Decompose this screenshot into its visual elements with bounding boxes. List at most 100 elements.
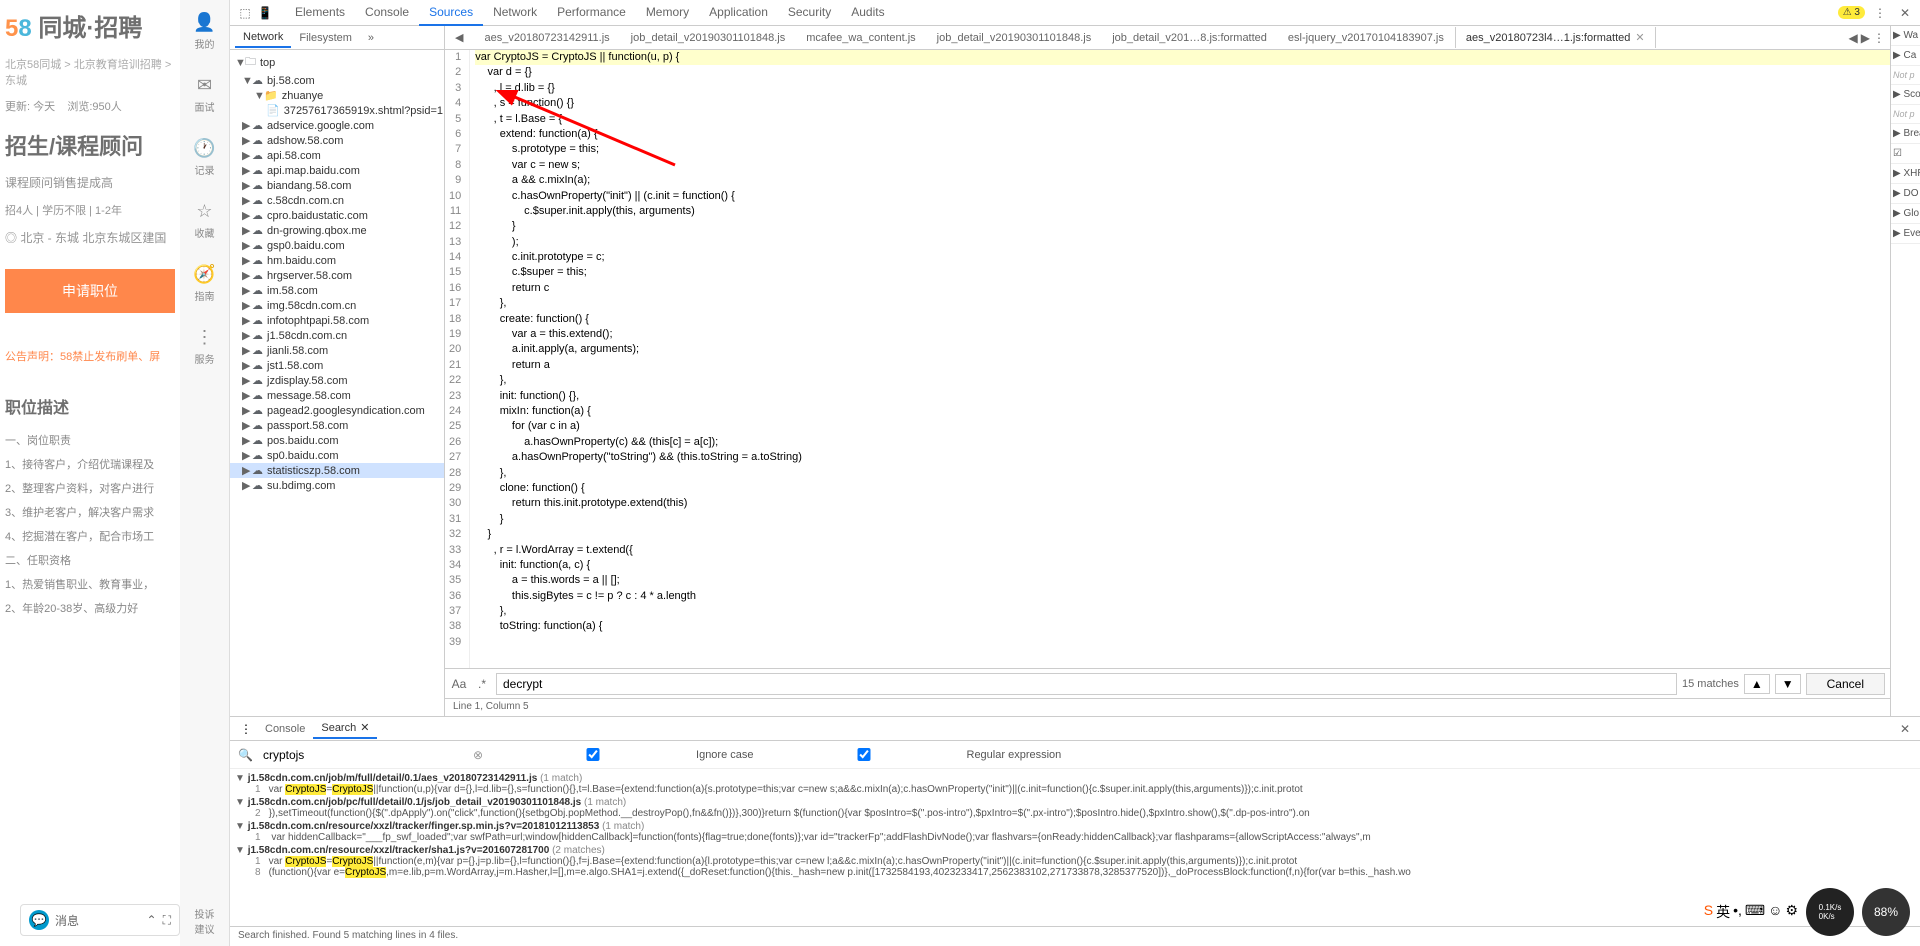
result-file[interactable]: ▼ j1.58cdn.com.cn/resource/xxzl/tracker/… [235,845,1915,856]
tree-node[interactable]: ▶☁c.58cdn.com.cn [230,193,444,208]
devtools-tab-network[interactable]: Network [483,0,547,26]
debug-section[interactable]: ▶ Eve [1891,224,1920,244]
drawer-tab-search[interactable]: Search ✕ [313,718,377,739]
editor-tab[interactable]: job_detail_v20190301101848.js [621,28,797,48]
inspect-icon[interactable]: ⬚ [235,3,255,23]
tree-node[interactable]: ▶☁sp0.baidu.com [230,448,444,463]
devtools-tab-elements[interactable]: Elements [285,0,355,26]
tree-node[interactable]: ▶☁j1.58cdn.com.cn [230,328,444,343]
code-content[interactable]: var CryptoJS = CryptoJS || function(u, p… [470,50,1890,668]
breadcrumb[interactable]: 北京58同城 > 北京教育培训招聘 > 东城 [0,51,180,93]
devtools-tab-console[interactable]: Console [355,0,419,26]
tree-node[interactable]: ▶☁jzdisplay.58.com [230,373,444,388]
tree-node[interactable]: ▶☁jianli.58.com [230,343,444,358]
devtools-tab-security[interactable]: Security [778,0,841,26]
result-file[interactable]: ▼ j1.58cdn.com.cn/job/pc/full/detail/0.1… [235,797,1915,808]
tree-node[interactable]: ▶☁message.58.com [230,388,444,403]
close-tab-icon[interactable]: ✕ [360,721,369,734]
result-file[interactable]: ▼ j1.58cdn.com.cn/job/m/full/detail/0.1/… [235,773,1915,784]
device-icon[interactable]: 📱 [255,3,275,23]
devtools-tab-application[interactable]: Application [699,0,778,26]
search-results[interactable]: ▼ j1.58cdn.com.cn/job/m/full/detail/0.1/… [230,769,1920,926]
nav-tab[interactable]: Filesystem [291,29,360,47]
tree-node[interactable]: ▶☁biandang.58.com [230,178,444,193]
editor-tab[interactable]: mcafee_wa_content.js [796,28,926,48]
editor-tab[interactable]: ◀ [445,27,474,48]
regex-icon[interactable]: .* [473,677,491,691]
side-item[interactable]: 🧭指南 [180,252,229,315]
result-file[interactable]: ▼ j1.58cdn.com.cn/resource/xxzl/tracker/… [235,821,1915,832]
close-tab-icon[interactable]: ✕ [1635,32,1644,44]
editor-tab[interactable]: job_detail_v20190301101848.js [927,28,1103,48]
menu-icon[interactable]: ⋮ [1870,3,1890,23]
ime-bar[interactable]: S 英 •, ⌨ ☺ ⚙ [1704,902,1798,922]
tree-node[interactable]: ▼☁bj.58.com [230,73,444,88]
result-line[interactable]: 2}),setTimeout(function(){$(".dpApply").… [235,808,1915,819]
debug-section[interactable]: ▶ Brea [1891,124,1920,144]
nav-tab[interactable]: Network [235,28,291,48]
tab-menu-icon[interactable]: ⋮ [1873,31,1885,45]
debug-section[interactable]: ☑ [1891,144,1920,164]
result-line[interactable]: 8(function(){var e=CryptoJS,m=e.lib,p=m.… [235,867,1915,878]
prev-match-icon[interactable]: ▲ [1744,674,1770,694]
file-tree[interactable]: ▼🗀top▼☁bj.58.com▼📁zhuanye📄37257617365919… [230,50,444,716]
result-line[interactable]: 1var CryptoJS=CryptoJS||function(e,m){va… [235,856,1915,867]
debugger-pane[interactable]: ▶ Wa▶ CaNot p▶ ScoNot p▶ Brea☑▶ XHR▶ DO▶… [1890,26,1920,716]
clear-icon[interactable]: ⊗ [473,748,483,762]
tree-node[interactable]: ▼📁zhuanye [230,88,444,103]
tree-node[interactable]: 📄37257617365919x.shtml?psid=1. [230,103,444,118]
tree-node[interactable]: ▶☁statisticszp.58.com [230,463,444,478]
tree-node[interactable]: ▶☁jst1.58.com [230,358,444,373]
side-item[interactable]: ✉面试 [180,63,229,126]
editor-tab[interactable]: esl-jquery_v20170104183907.js [1278,28,1455,48]
debug-section[interactable]: Not p [1891,66,1920,85]
tree-node[interactable]: ▶☁im.58.com [230,283,444,298]
debug-section[interactable]: Not p [1891,105,1920,124]
tree-node[interactable]: ▶☁pagead2.googlesyndication.com [230,403,444,418]
debug-section[interactable]: ▶ Ca [1891,46,1920,66]
cancel-button[interactable]: Cancel [1806,673,1885,695]
debug-section[interactable]: ▶ DO [1891,184,1920,204]
next-match-icon[interactable]: ▼ [1775,674,1801,694]
side-item[interactable]: ⋮服务 [180,315,229,378]
tree-node[interactable]: ▶☁gsp0.baidu.com [230,238,444,253]
expand-icon[interactable]: ⛶ [163,913,171,928]
ime-face-icon[interactable]: ☺ [1768,902,1782,922]
editor-tab[interactable]: job_detail_v201…8.js:formatted [1102,28,1278,48]
tree-node[interactable]: ▶☁api.map.baidu.com [230,163,444,178]
tree-node[interactable]: ▶☁adservice.google.com [230,118,444,133]
drawer-close-icon[interactable]: ✕ [1895,722,1915,736]
match-case-icon[interactable]: Aa [450,677,468,691]
nav-tab[interactable]: » [360,29,382,47]
devtools-tab-sources[interactable]: Sources [419,0,483,26]
tree-node[interactable]: ▼🗀top [230,52,444,73]
ime-lang-icon[interactable]: 英 [1716,902,1730,922]
tree-node[interactable]: ▶☁passport.58.com [230,418,444,433]
message-bar[interactable]: 💬 消息 ⌃ ⛶ [20,904,180,936]
close-icon[interactable]: ✕ [1895,3,1915,23]
devtools-tab-performance[interactable]: Performance [547,0,636,26]
tree-node[interactable]: ▶☁pos.baidu.com [230,433,444,448]
tree-node[interactable]: ▶☁cpro.baidustatic.com [230,208,444,223]
editor-tab[interactable]: aes_v20180723142911.js [474,28,620,48]
side-item[interactable]: 🕐记录 [180,126,229,189]
tab-nav-next-icon[interactable]: ▶ [1861,31,1870,45]
tree-node[interactable]: ▶☁su.bdimg.com [230,478,444,493]
ime-settings-icon[interactable]: ⚙ [1785,902,1798,922]
editor-tab[interactable]: aes_v20180723l4…1.js:formatted✕ [1455,27,1656,48]
debug-section[interactable]: ▶ Wa [1891,26,1920,46]
debug-section[interactable]: ▶ Glo [1891,204,1920,224]
tree-node[interactable]: ▶☁img.58cdn.com.cn [230,298,444,313]
debug-section[interactable]: ▶ Sco [1891,85,1920,105]
regex-checkbox[interactable]: Regular expression [764,748,1062,761]
tree-node[interactable]: ▶☁adshow.58.com [230,133,444,148]
devtools-tab-memory[interactable]: Memory [636,0,699,26]
drawer-tab-console[interactable]: Console [257,720,313,738]
ime-keyboard-icon[interactable]: ⌨ [1745,902,1765,922]
side-item[interactable]: ☆收藏 [180,189,229,252]
tree-node[interactable]: ▶☁hm.baidu.com [230,253,444,268]
ignore-case-checkbox[interactable]: Ignore case [493,748,753,761]
tab-nav-prev-icon[interactable]: ◀ [1849,31,1858,45]
tree-node[interactable]: ▶☁infotophtpapi.58.com [230,313,444,328]
tree-node[interactable]: ▶☁api.58.com [230,148,444,163]
